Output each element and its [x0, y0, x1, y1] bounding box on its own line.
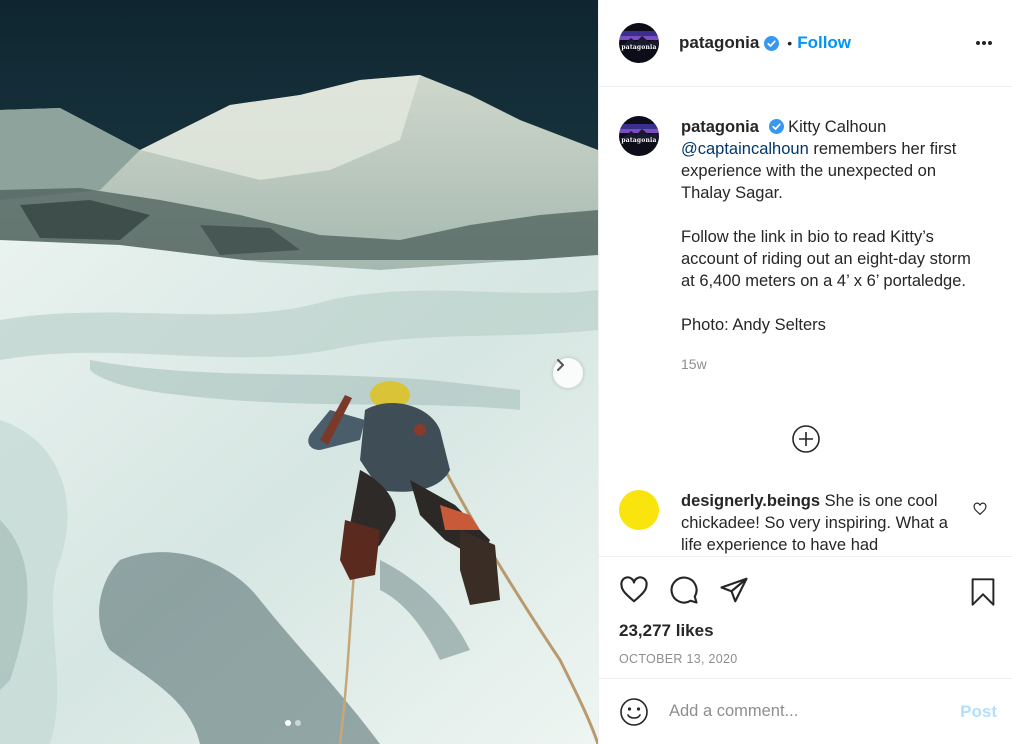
comment-item: designerly.beings She is one cool chicka…	[619, 490, 999, 556]
comment-text: designerly.beings She is one cool chicka…	[681, 490, 961, 556]
load-more-comments-button[interactable]	[791, 424, 821, 454]
heart-icon[interactable]	[619, 575, 649, 605]
comments-section[interactable]: patagonia patagonia Kitty Calhoun @capta…	[599, 88, 1012, 556]
share-icon[interactable]	[719, 575, 749, 605]
heart-icon[interactable]	[973, 502, 987, 521]
caption-text-before: Kitty Calhoun	[788, 118, 887, 136]
comment-input[interactable]	[669, 702, 961, 721]
caption-text: patagonia Kitty Calhoun @captaincalhoun …	[681, 116, 981, 375]
comment-icon[interactable]	[669, 575, 699, 605]
header-username[interactable]: patagonia	[679, 33, 759, 53]
avatar[interactable]: patagonia	[619, 23, 659, 63]
caption-photo-credit: Photo: Andy Selters	[681, 316, 826, 334]
carousel-dot	[295, 720, 301, 726]
post-details-panel: patagonia patagonia • Follow patagonia p…	[598, 0, 1012, 744]
bookmark-icon[interactable]	[969, 577, 997, 612]
caption-mention-link[interactable]: @captaincalhoun	[681, 140, 809, 158]
comment-username[interactable]: designerly.beings	[681, 492, 820, 510]
post-image[interactable]	[0, 0, 598, 744]
plus-circle-icon	[791, 425, 821, 458]
post-date[interactable]: OCTOBER 13, 2020	[619, 652, 738, 666]
caption-avatar[interactable]: patagonia	[619, 116, 659, 156]
climber-photo	[0, 0, 598, 744]
emoji-icon[interactable]	[619, 697, 649, 727]
avatar-brand-text: patagonia	[621, 136, 657, 144]
post-comment-button[interactable]: Post	[960, 702, 997, 722]
post-actions: 23,277 likes OCTOBER 13, 2020	[599, 556, 1012, 678]
avatar-brand-text: patagonia	[621, 43, 657, 51]
header-separator: •	[787, 35, 793, 51]
post-caption: patagonia patagonia Kitty Calhoun @capta…	[599, 88, 1012, 375]
comment-avatar[interactable]	[619, 490, 659, 530]
likes-count[interactable]: 23,277 likes	[619, 621, 714, 641]
more-options-icon[interactable]	[974, 33, 994, 58]
verified-icon	[768, 118, 784, 134]
carousel-dot-active	[285, 720, 291, 726]
carousel-next-button[interactable]	[553, 358, 583, 388]
verified-icon	[764, 35, 780, 51]
carousel-indicator	[285, 720, 301, 726]
post-header: patagonia patagonia • Follow	[599, 0, 1012, 87]
caption-timestamp[interactable]: 15w	[681, 353, 981, 375]
add-comment-bar: Post	[599, 678, 1012, 744]
follow-button[interactable]: Follow	[797, 33, 851, 53]
caption-username[interactable]: patagonia	[681, 118, 759, 136]
caption-paragraph-2: Follow the link in bio to read Kitty’s a…	[681, 228, 971, 290]
